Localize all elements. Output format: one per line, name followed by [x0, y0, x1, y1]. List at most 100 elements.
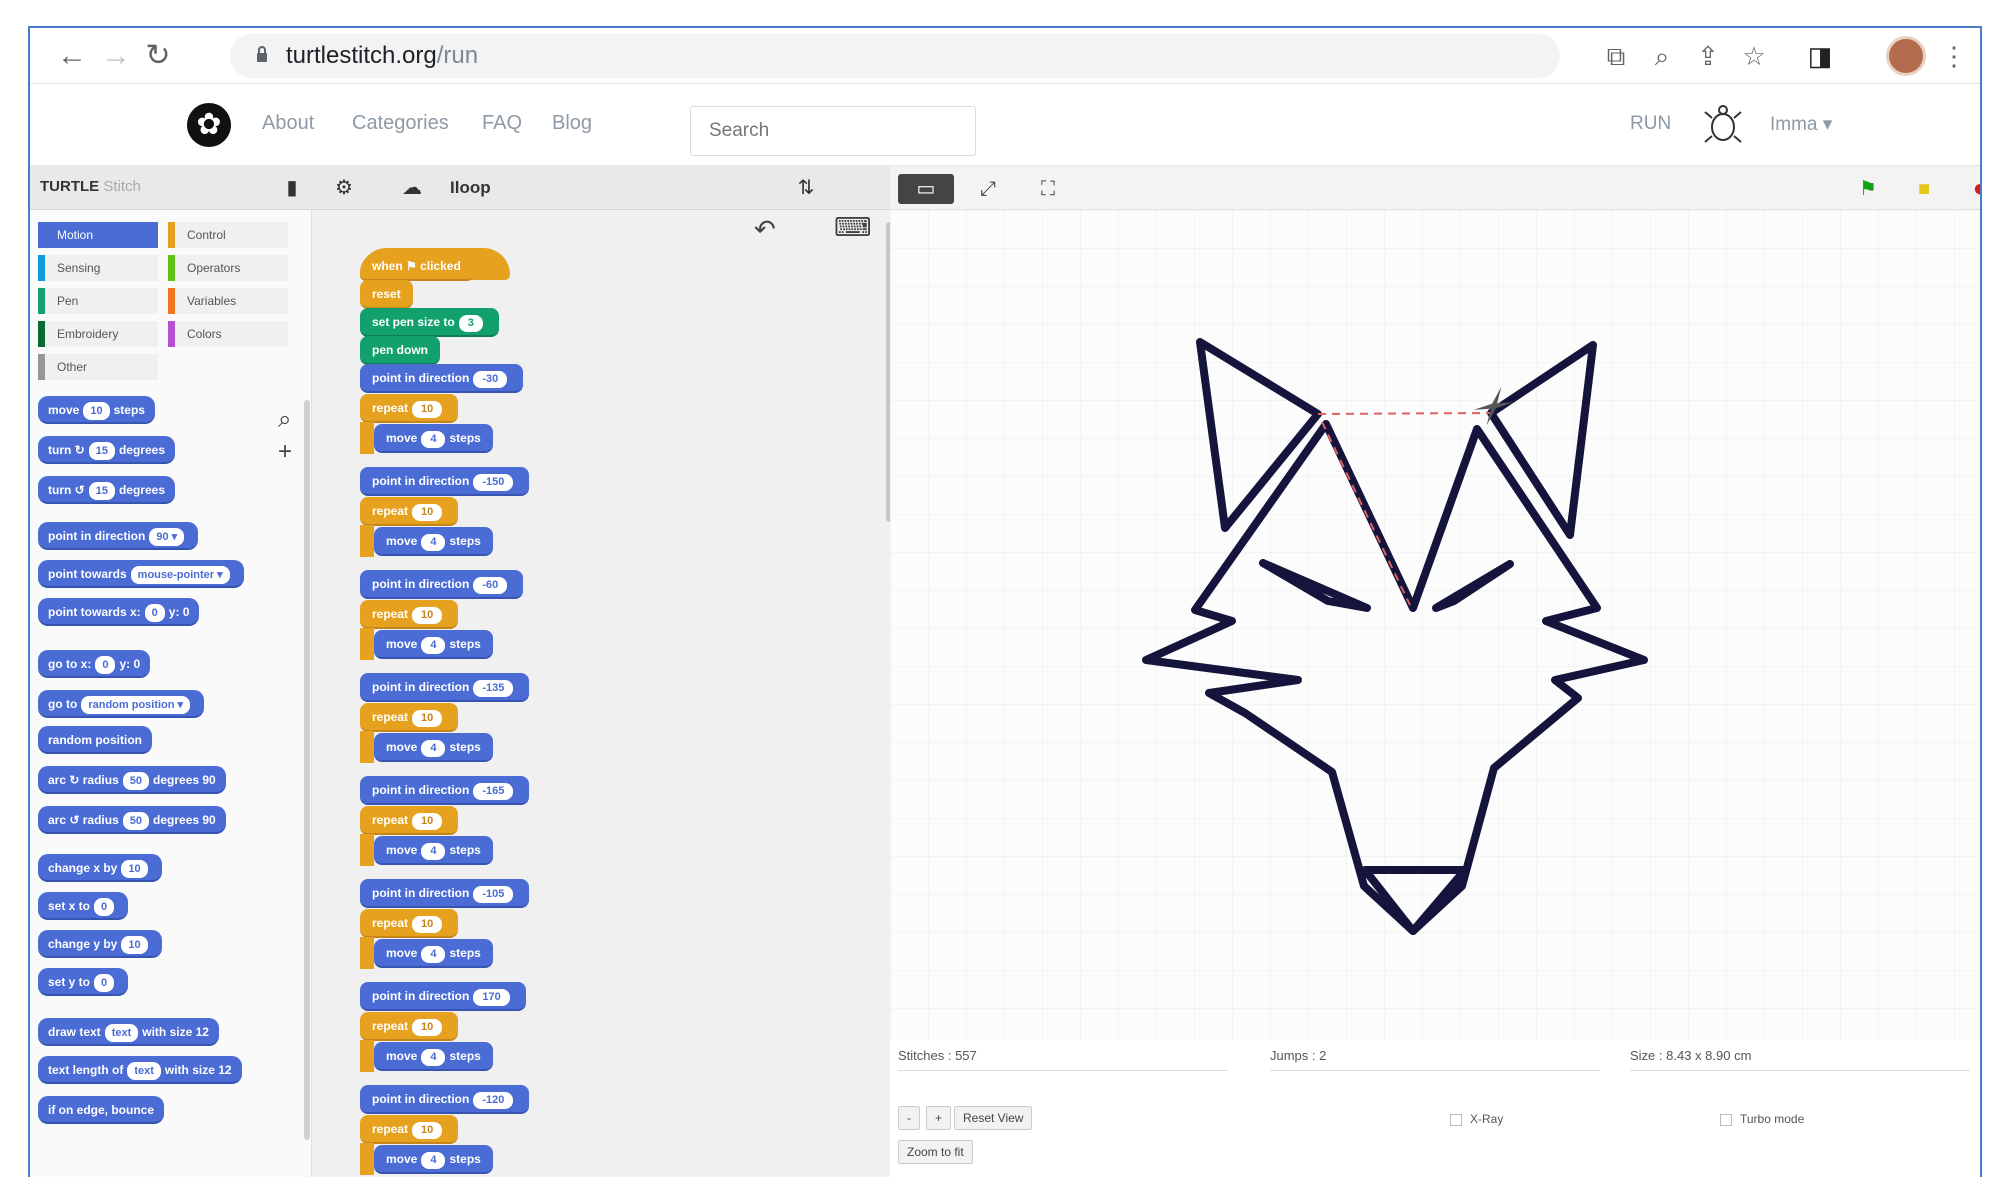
- nav-run[interactable]: RUN: [1630, 113, 1671, 135]
- block-input-slot[interactable]: 90 ▾: [149, 528, 185, 546]
- ide-logo[interactable]: TURTLE Stitch: [40, 178, 141, 195]
- add-block-icon[interactable]: +: [278, 438, 292, 466]
- move-steps-block[interactable]: move 4 steps: [374, 733, 493, 762]
- block-input-slot[interactable]: 10: [121, 936, 148, 954]
- block-input-slot[interactable]: text: [104, 1024, 139, 1042]
- palette-block[interactable]: change x by 10: [38, 854, 162, 882]
- repeat-block[interactable]: repeat 10: [360, 1012, 459, 1041]
- block-input-slot[interactable]: 4: [421, 1152, 446, 1169]
- green-flag-icon[interactable]: ⚑: [1840, 174, 1896, 204]
- block-input-slot[interactable]: 4: [421, 740, 446, 757]
- palette-block[interactable]: go to random position ▾: [38, 690, 205, 718]
- block-input-slot[interactable]: -165: [473, 783, 514, 800]
- block-input-slot[interactable]: -30: [473, 371, 508, 388]
- block-input-slot[interactable]: -135: [473, 680, 514, 697]
- stop-icon[interactable]: ●: [1952, 174, 1980, 204]
- search-input[interactable]: [690, 106, 976, 156]
- block-input-slot[interactable]: 10: [412, 710, 443, 727]
- repeat-block[interactable]: repeat 10: [360, 909, 459, 938]
- zoom-in-button[interactable]: +: [926, 1106, 952, 1130]
- block-input-slot[interactable]: 15: [88, 442, 115, 460]
- nav-about[interactable]: About: [262, 112, 314, 135]
- palette-block[interactable]: arc ↺ radius 50 degrees 90: [38, 806, 226, 834]
- side-panel-icon[interactable]: ◨: [1800, 36, 1840, 76]
- palette-block[interactable]: go to x: 0 y: 0: [38, 650, 151, 678]
- block-input-slot[interactable]: 0: [94, 898, 115, 916]
- block-input-slot[interactable]: 10: [412, 1122, 443, 1139]
- point-in-direction-block[interactable]: point in direction -165: [360, 776, 530, 805]
- xray-toggle[interactable]: X-Ray: [1450, 1112, 1503, 1126]
- turbo-checkbox[interactable]: [1720, 1113, 1732, 1126]
- category-embroidery[interactable]: Embroidery: [38, 321, 158, 347]
- point-in-direction-block[interactable]: point in direction -135: [360, 673, 530, 702]
- block-input-slot[interactable]: 10: [412, 401, 443, 418]
- block-input-slot[interactable]: 50: [122, 772, 150, 790]
- share-icon[interactable]: ⇪: [1688, 36, 1728, 76]
- point-in-direction-block[interactable]: point in direction -120: [360, 1085, 530, 1114]
- stage-resize-icon[interactable]: ⤢: [960, 174, 1016, 204]
- site-logo[interactable]: ✿: [187, 103, 231, 147]
- block-input-slot[interactable]: 10: [412, 813, 443, 830]
- zoom-to-fit-button[interactable]: Zoom to fit: [898, 1140, 973, 1164]
- pause-icon[interactable]: ■: [1896, 174, 1952, 204]
- point-in-direction-block[interactable]: point in direction 170: [360, 982, 526, 1011]
- palette-block[interactable]: if on edge, bounce: [38, 1096, 165, 1124]
- user-menu[interactable]: Imma ▾: [1770, 113, 1832, 136]
- move-steps-block[interactable]: move 4 steps: [374, 939, 493, 968]
- block-input-slot[interactable]: random position ▾: [81, 696, 191, 714]
- settings-gear-icon[interactable]: ⚙: [330, 174, 358, 202]
- when-flag-clicked-block[interactable]: when ⚑ clicked: [360, 252, 473, 281]
- palette-block[interactable]: point towards x: 0 y: 0: [38, 598, 200, 626]
- category-pen[interactable]: Pen: [38, 288, 158, 314]
- block-input-slot[interactable]: 0: [144, 604, 165, 622]
- point-in-direction-block[interactable]: point in direction -150: [360, 467, 530, 496]
- search-blocks-icon[interactable]: ⌕: [278, 406, 291, 434]
- block-input-slot[interactable]: -105: [473, 886, 514, 903]
- address-bar[interactable]: turtlestitch.org/run: [230, 34, 1560, 78]
- block-input-slot[interactable]: 10: [412, 916, 443, 933]
- reload-icon[interactable]: ↻: [138, 36, 178, 76]
- move-steps-block[interactable]: move 4 steps: [374, 527, 493, 556]
- palette-block[interactable]: turn ↻ 15 degrees: [38, 436, 175, 464]
- repeat-block[interactable]: repeat 10: [360, 806, 459, 835]
- reset-block[interactable]: reset: [360, 280, 413, 309]
- block-input-slot[interactable]: -120: [473, 1092, 514, 1109]
- reset-view-button[interactable]: Reset View: [954, 1106, 1033, 1130]
- palette-block[interactable]: draw text text with size 12: [38, 1018, 219, 1046]
- file-icon[interactable]: ▮: [278, 174, 306, 202]
- nav-categories[interactable]: Categories: [352, 112, 449, 135]
- zoom-out-button[interactable]: -: [898, 1106, 920, 1130]
- block-input-slot[interactable]: 10: [83, 402, 110, 420]
- palette-block[interactable]: text length of text with size 12: [38, 1056, 242, 1084]
- block-input-slot[interactable]: 15: [88, 482, 115, 500]
- block-input-slot[interactable]: 0: [94, 974, 115, 992]
- palette-block[interactable]: move 10 steps: [38, 396, 155, 424]
- fullscreen-icon[interactable]: ⛶: [1020, 174, 1076, 204]
- block-input-slot[interactable]: 4: [421, 843, 446, 860]
- block-input-slot[interactable]: 50: [122, 812, 150, 830]
- steps-icon[interactable]: ⇅: [792, 174, 820, 202]
- move-steps-block[interactable]: move 4 steps: [374, 836, 493, 865]
- palette-block[interactable]: set y to 0: [38, 968, 129, 996]
- block-input-slot[interactable]: 10: [121, 860, 148, 878]
- nav-faq[interactable]: FAQ: [482, 112, 522, 135]
- block-input-slot[interactable]: 4: [421, 431, 446, 448]
- set-pen-size-block[interactable]: set pen size to 3: [360, 308, 499, 337]
- palette-block[interactable]: arc ↻ radius 50 degrees 90: [38, 766, 226, 794]
- scripting-area[interactable]: ↶ ⌨ when ⚑ clicked reset set pen size to…: [312, 210, 892, 1177]
- zoom-icon[interactable]: ⌕: [1642, 36, 1682, 76]
- keyboard-entry-icon[interactable]: ⌨: [834, 212, 872, 243]
- profile-avatar[interactable]: [1886, 36, 1926, 76]
- repeat-block[interactable]: repeat 10: [360, 600, 459, 629]
- nav-blog[interactable]: Blog: [552, 112, 592, 135]
- xray-checkbox[interactable]: [1450, 1113, 1462, 1126]
- bookmark-star-icon[interactable]: ☆: [1734, 36, 1774, 76]
- block-input-slot[interactable]: 4: [421, 946, 446, 963]
- category-motion[interactable]: Motion: [38, 222, 158, 248]
- pen-down-block[interactable]: pen down: [360, 336, 440, 365]
- palette-block[interactable]: point towards mouse-pointer ▾: [38, 560, 244, 588]
- point-in-direction-block[interactable]: point in direction -30: [360, 364, 524, 393]
- move-steps-block[interactable]: move 4 steps: [374, 1042, 493, 1071]
- point-in-direction-block[interactable]: point in direction -105: [360, 879, 530, 908]
- point-in-direction-block[interactable]: point in direction -60: [360, 570, 524, 599]
